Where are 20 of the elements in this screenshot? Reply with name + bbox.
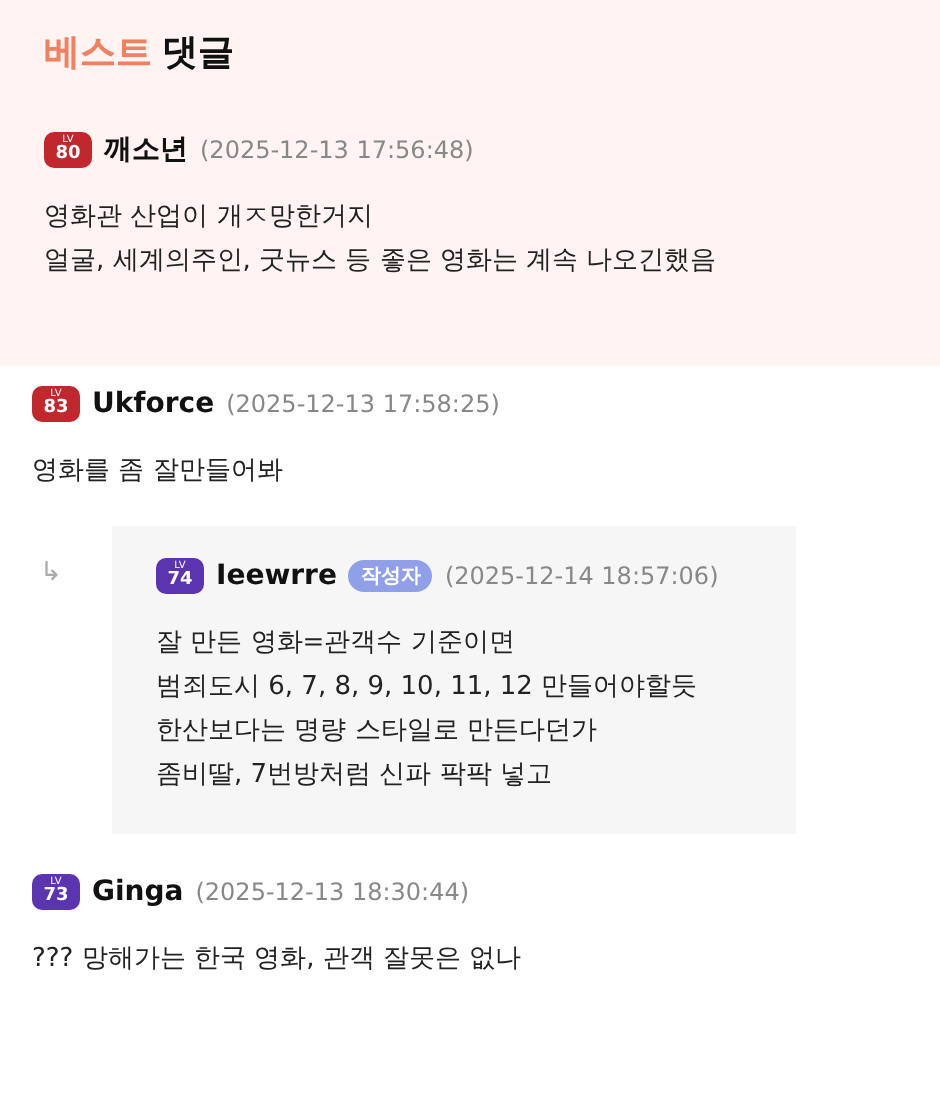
timestamp: (2025-12-13 17:58:25) [226, 390, 500, 418]
username[interactable]: Ginga [92, 876, 184, 908]
reply-arrow-icon: ↳ [32, 526, 112, 588]
username[interactable]: Ukforce [92, 388, 215, 420]
comment-text: 영화를 좀 잘만들어봐 [32, 454, 285, 490]
author-tag: 작성자 [348, 560, 433, 592]
timestamp: (2025-12-13 17:56:48) [200, 136, 474, 164]
comment-text: 얼굴, 세계의주인, 굿뉴스 등 좋은 영화는 계속 나오긴했음 [44, 244, 719, 280]
timestamp: (2025-12-14 18:57:06) [444, 562, 719, 590]
comment-text: ??? 망해가는 한국 영화, 관객 잘못은 없나 [32, 942, 524, 978]
username[interactable]: 깨소년 [104, 132, 188, 168]
timestamp: (2025-12-13 18:30:44) [195, 878, 470, 906]
comment-text: 잘 만든 영화=관객수 기준이면 [156, 626, 517, 662]
comment-text: 영화관 산업이 개ㅈ망한거지 [44, 200, 375, 236]
comment-text: 좀비딸, 7번방처럼 신파 팍팍 넣고 [156, 758, 554, 794]
username[interactable]: Ieewrre [216, 560, 337, 592]
comment-text: 한산보다는 명량 스타일로 만든다던가 [156, 714, 599, 750]
comment-text: 범죄도시 6, 7, 8, 9, 10, 11, 12 만들어야할듯 [156, 670, 700, 706]
section-title-highlight: 베스트 [44, 30, 152, 76]
section-title: 댓글 [162, 30, 234, 76]
